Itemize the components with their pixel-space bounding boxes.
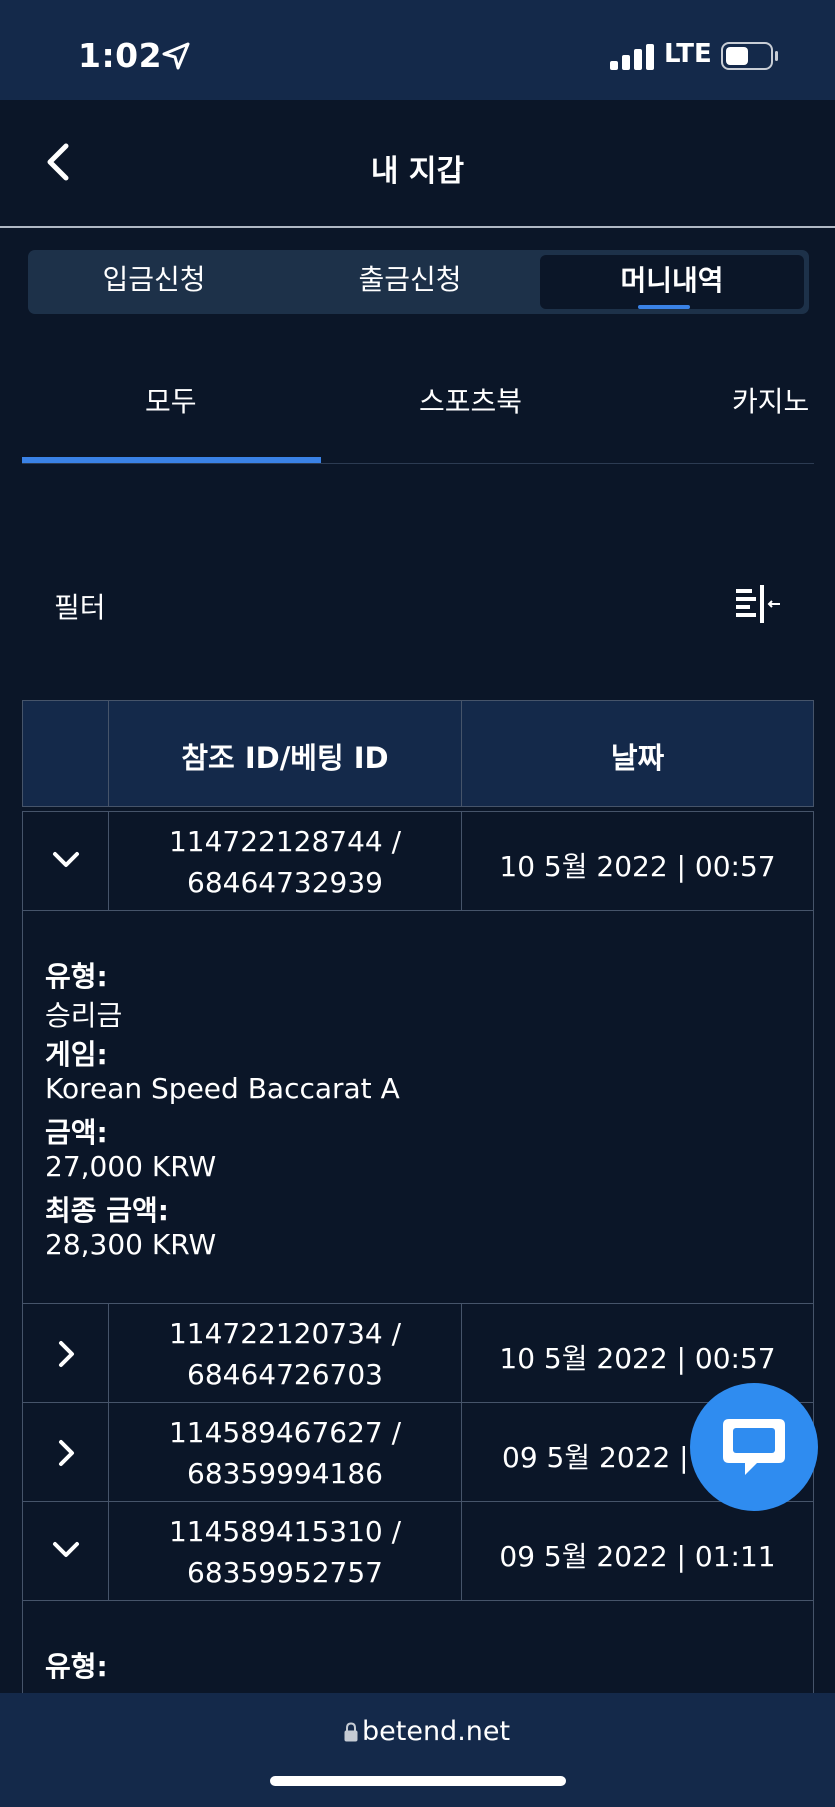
chevron-right-icon (59, 1440, 74, 1466)
tab-active-indicator (22, 457, 321, 463)
row-date: 09 5월 2022 | 01:11 (499, 1540, 776, 1573)
table-row: 114589467627 / 68359994186 (108, 1402, 462, 1502)
detail-game-value: Korean Speed Baccarat A (45, 1072, 400, 1105)
row-toggle[interactable] (22, 1501, 109, 1601)
row-toggle[interactable] (22, 1303, 109, 1403)
bet-id: 68359952757 (187, 1556, 383, 1589)
home-indicator (270, 1776, 566, 1786)
segment-active-indicator (638, 305, 690, 309)
detail-amount-value: 27,000 KRW (45, 1150, 217, 1183)
segment-money-history[interactable]: 머니내역 (540, 255, 804, 309)
location-arrow-icon (162, 42, 190, 70)
chevron-down-icon (53, 1542, 79, 1557)
detail-type-label: 유형: (45, 1650, 108, 1683)
detail-final-value: 28,300 KRW (45, 1228, 217, 1261)
segment-deposit[interactable]: 입금신청 (28, 250, 280, 314)
row-details: 유형: (22, 1600, 814, 1700)
detail-game-label: 게임: (45, 1038, 108, 1071)
ref-id: 114589467627 / (168, 1416, 402, 1449)
page-title: 내 지갑 (370, 154, 465, 189)
live-chat-button[interactable] (690, 1383, 818, 1511)
table-row: 114589415310 / 68359952757 (108, 1501, 462, 1601)
tab-casino[interactable]: 카지노 (732, 380, 809, 420)
network-label: LTE (664, 39, 712, 69)
tab-all[interactable]: 모두 (145, 380, 197, 420)
row-toggle[interactable] (22, 811, 109, 911)
ref-id: 114722128744 / (168, 825, 402, 858)
header-date-label: 날짜 (610, 741, 665, 775)
table-row-date: 09 5월 2022 | 01:11 (461, 1501, 814, 1601)
detail-final-label: 최종 금액: (45, 1194, 169, 1227)
filter-label[interactable]: 필터 (54, 586, 106, 626)
row-date: 10 5월 2022 | 00:57 (499, 1342, 776, 1375)
ref-id: 114589415310 / (168, 1515, 402, 1548)
table-row: 114722128744 / 68464732939 (108, 811, 462, 911)
bet-id: 68464732939 (187, 866, 383, 899)
row-date: 10 5월 2022 | 00:57 (499, 850, 776, 883)
detail-type-value: 승리금 (45, 999, 123, 1032)
browser-url[interactable]: betend.net (362, 1716, 510, 1747)
browser-bottom-bar (0, 1693, 835, 1807)
bet-id: 68359994186 (187, 1457, 383, 1490)
table-row: 114722120734 / 68464726703 (108, 1303, 462, 1403)
row-toggle[interactable] (22, 1402, 109, 1502)
table-header-ref: 참조 ID/베팅 ID (108, 700, 462, 807)
signal-icon (610, 44, 654, 70)
segment-withdraw[interactable]: 출금신청 (281, 250, 539, 314)
chevron-down-icon (53, 852, 79, 867)
row-details: 유형: 승리금 게임: Korean Speed Baccarat A 금액: … (22, 910, 814, 1304)
tabs-divider (22, 463, 814, 464)
wallet-segmented-control: 입금신청 출금신청 머니내역 (28, 250, 809, 314)
bet-id: 68464726703 (187, 1358, 383, 1391)
status-time: 1:02 (78, 36, 163, 75)
detail-type-label: 유형: (45, 960, 108, 993)
chat-icon (723, 1419, 785, 1475)
detail-amount-label: 금액: (45, 1116, 108, 1149)
table-row-date: 10 5월 2022 | 00:57 (461, 811, 814, 911)
battery-icon (721, 42, 778, 70)
table-header-expand (22, 700, 109, 807)
filter-icon[interactable] (734, 583, 782, 625)
lock-icon (344, 1722, 358, 1742)
ref-id: 114722120734 / (168, 1317, 402, 1350)
tab-sportsbook[interactable]: 스포츠북 (419, 380, 522, 420)
header-ref-label: 참조 ID/베팅 ID (181, 741, 389, 775)
chevron-right-icon (59, 1341, 74, 1367)
table-header-date: 날짜 (461, 700, 814, 807)
